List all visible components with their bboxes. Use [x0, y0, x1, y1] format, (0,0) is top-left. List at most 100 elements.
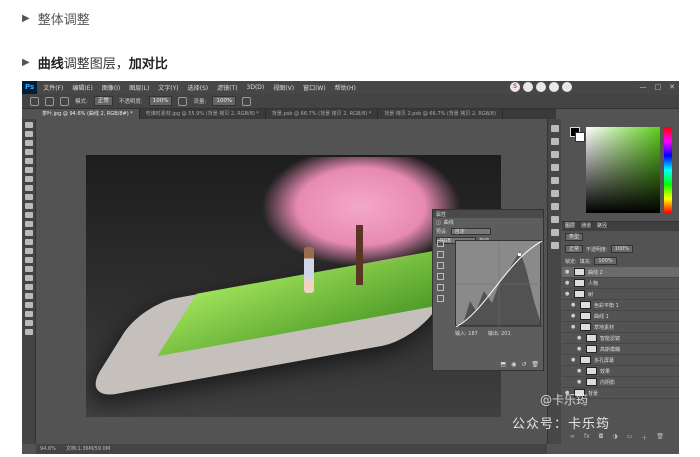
visibility-eye-icon[interactable]: ●: [577, 368, 583, 374]
layer-row[interactable]: ● 曲线 1: [562, 311, 679, 322]
eyedropper-tool-icon[interactable]: [25, 167, 33, 173]
add-mask-icon[interactable]: ◘: [599, 433, 604, 442]
visibility-eye-icon[interactable]: ●: [571, 302, 577, 308]
tray-icon[interactable]: [536, 82, 546, 92]
layer-kind-select[interactable]: 类型: [565, 233, 584, 241]
stamp-tool-icon[interactable]: [25, 194, 33, 200]
visibility-eye-icon[interactable]: ●: [571, 313, 577, 319]
menu-3d[interactable]: 3D(D): [247, 84, 265, 91]
menu-select[interactable]: 选择(S): [188, 83, 209, 92]
visibility-eye-icon[interactable]: ●: [577, 346, 583, 352]
gradient-tool-icon[interactable]: [25, 221, 33, 227]
background-color-swatch[interactable]: [575, 132, 585, 142]
doc-tab[interactable]: 茶叶.jpg @ 94.6% (曲线 2, RGB/8#) *: [36, 109, 140, 119]
brush-tool-icon[interactable]: [25, 185, 33, 191]
tab-channels[interactable]: 通道: [581, 222, 591, 231]
type-tool-icon[interactable]: [25, 257, 33, 263]
new-group-icon[interactable]: ▭: [627, 433, 633, 442]
marquee-tool-icon[interactable]: [25, 131, 33, 137]
maximize-icon[interactable]: □: [655, 81, 662, 94]
brush-preset-icon[interactable]: [45, 96, 54, 106]
zoom-readout[interactable]: 94.6%: [40, 444, 56, 454]
eraser-tool-icon[interactable]: [25, 212, 33, 218]
new-layer-icon[interactable]: ＋: [641, 433, 647, 442]
paragraph-panel-icon[interactable]: [551, 164, 559, 171]
healing-tool-icon[interactable]: [25, 176, 33, 182]
white-point-eyedropper-icon[interactable]: [437, 273, 444, 280]
curve-point[interactable]: [518, 253, 521, 256]
delete-icon[interactable]: 🗑: [531, 361, 539, 368]
layer-row[interactable]: ● 人物: [562, 278, 679, 289]
doc-tab[interactable]: 背景.psb @ 66.7% (背景 拷贝 2, RGB/8) *: [266, 109, 379, 119]
brush-panel-icon[interactable]: [551, 138, 559, 145]
layer-row[interactable]: ● 内阴影: [562, 377, 679, 388]
layer-row[interactable]: ● 草地素材: [562, 322, 679, 333]
screen-mode-icon[interactable]: [25, 329, 33, 335]
menu-file[interactable]: 文件(F): [43, 83, 63, 92]
menu-type[interactable]: 文字(Y): [158, 83, 178, 92]
history-panel-icon[interactable]: [551, 125, 559, 132]
layer-opacity-input[interactable]: 100%: [610, 245, 633, 253]
menu-image[interactable]: 图像(I): [102, 83, 120, 92]
layer-row[interactable]: ● 树: [562, 289, 679, 300]
menu-edit[interactable]: 编辑(E): [72, 83, 92, 92]
on-image-adjust-icon[interactable]: [437, 240, 444, 247]
layer-style-icon[interactable]: fx: [584, 433, 590, 442]
move-tool-icon[interactable]: [25, 122, 33, 128]
visibility-eye-icon[interactable]: ●: [571, 324, 577, 330]
tray-icon[interactable]: [523, 82, 533, 92]
actions-panel-icon[interactable]: [551, 177, 559, 184]
lasso-tool-icon[interactable]: [25, 140, 33, 146]
tray-icon[interactable]: [562, 82, 572, 92]
brush-tool-icon[interactable]: [30, 96, 39, 106]
pressure-opacity-icon[interactable]: [178, 96, 188, 106]
layer-row[interactable]: ● 曲线 2: [562, 267, 679, 278]
properties-panel-icon[interactable]: [551, 190, 559, 197]
path-select-tool-icon[interactable]: [25, 266, 33, 272]
more-tools-icon[interactable]: [25, 302, 33, 308]
close-icon[interactable]: ✕: [669, 81, 675, 94]
dodge-tool-icon[interactable]: [25, 239, 33, 245]
character-panel-icon[interactable]: [551, 151, 559, 158]
doc-tab[interactable]: 吃谁时素材.jpg @ 55.9% (背景 拷贝 2, RGB/8) *: [140, 109, 266, 119]
color-picker-field[interactable]: [586, 127, 660, 213]
info-panel-icon[interactable]: [551, 203, 559, 210]
pen-tool-icon[interactable]: [25, 248, 33, 254]
brush-panel-icon[interactable]: [60, 96, 69, 106]
tray-icon[interactable]: S: [510, 82, 520, 92]
doc-tab[interactable]: 背景 拷贝 2.psb @ 66.7% (背景 拷贝 2, RGB/8): [378, 109, 503, 119]
black-point-eyedropper-icon[interactable]: [437, 251, 444, 258]
visibility-eye-icon[interactable]: ●: [577, 379, 583, 385]
history-brush-tool-icon[interactable]: [25, 203, 33, 209]
hand-tool-icon[interactable]: [25, 284, 33, 290]
tab-paths[interactable]: 路径: [597, 222, 607, 231]
tray-icon[interactable]: [549, 82, 559, 92]
reset-icon[interactable]: ↺: [521, 361, 526, 368]
airbrush-icon[interactable]: [242, 96, 252, 106]
layer-row[interactable]: ● 效果: [562, 366, 679, 377]
minimize-icon[interactable]: —: [640, 81, 647, 94]
opacity-input[interactable]: 100%: [148, 96, 173, 106]
visibility-eye-icon[interactable]: ●: [577, 335, 583, 341]
menu-view[interactable]: 视图(V): [273, 83, 294, 92]
gray-point-eyedropper-icon[interactable]: [437, 262, 444, 269]
layer-row[interactable]: ● 多孔屏幕: [562, 355, 679, 366]
quick-select-tool-icon[interactable]: [25, 149, 33, 155]
blend-mode-select[interactable]: 正常: [565, 245, 584, 253]
visibility-icon[interactable]: ◉: [511, 361, 516, 368]
layer-row[interactable]: ● 智能滤镜: [562, 333, 679, 344]
delete-layer-icon[interactable]: 🗑: [656, 433, 664, 442]
link-layers-icon[interactable]: ∞: [570, 433, 575, 442]
hue-slider[interactable]: [664, 127, 672, 213]
adjustments-panel-icon[interactable]: [551, 216, 559, 223]
menu-help[interactable]: 帮助(H): [335, 83, 356, 92]
blur-tool-icon[interactable]: [25, 230, 33, 236]
visibility-eye-icon[interactable]: ●: [565, 269, 571, 275]
layer-row[interactable]: ● 色彩平衡 1: [562, 300, 679, 311]
visibility-eye-icon[interactable]: ●: [565, 280, 571, 286]
curves-graph[interactable]: [455, 240, 543, 328]
fill-input[interactable]: 100%: [594, 257, 617, 265]
mode-select[interactable]: 正常: [93, 96, 113, 106]
clip-to-layer-icon[interactable]: ⬒: [500, 361, 506, 368]
curve-edit-icon[interactable]: [437, 284, 444, 291]
